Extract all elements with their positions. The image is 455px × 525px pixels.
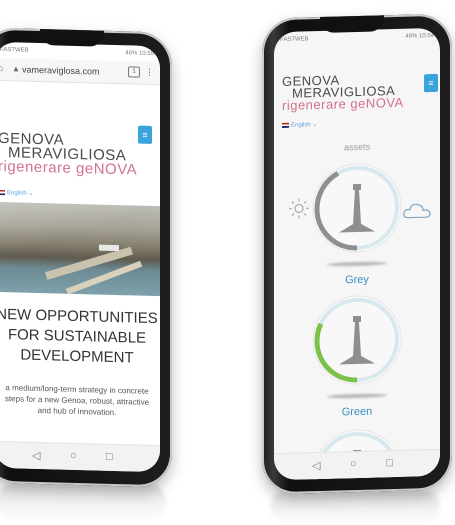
gauge-grey[interactable] [309,159,405,258]
gauge-green[interactable] [309,291,405,390]
recent-apps-icon[interactable]: □ [386,457,393,469]
hamburger-menu-button[interactable]: ≡ [138,125,152,144]
home-circle-icon[interactable]: ○ [350,458,357,470]
site-logo[interactable]: GENOVA MERAVIGLIOSA rigenerare geNOVA [282,72,404,113]
right-phone: FASTWEB 46% 10:54 GENOVA MERAVIGLIOSA ri… [262,13,452,495]
recent-apps-icon[interactable]: □ [106,451,113,463]
left-phone-screen: FASTWEB 46% 10:55 ⌂ ▲ vameraviglosa.com … [0,41,160,473]
phone-notch [40,29,104,47]
logo-tagline: rigenerare geNOVA [0,157,138,179]
cloud-icon [403,203,431,219]
hero-headline: NEW OPPORTUNITIES FOR SUSTAINABLE DEVELO… [0,305,160,369]
more-menu-icon[interactable]: ⋮ [145,67,154,78]
site-logo[interactable]: GENOVA MERAVIGLIOSA rigenerare geNOVA [0,130,138,179]
back-icon[interactable]: ◁ [312,459,320,472]
battery-time-text: 46% 10:54 [405,32,434,40]
phone-reflection [0,482,166,522]
hamburger-menu-button[interactable]: ≡ [424,73,438,93]
gauge-grey-label: Grey [345,273,369,287]
android-nav-bar: ◁ ○ □ [274,448,440,481]
assets-section-title: assets [343,141,370,153]
android-nav-bar: ◁ ○ □ [0,440,160,473]
right-phone-screen: FASTWEB 46% 10:54 GENOVA MERAVIGLIOSA ri… [274,27,440,481]
uk-flag-icon [0,189,5,196]
carrier-text: FASTWEB [280,36,309,44]
lock-icon: ▲ [12,64,20,74]
battery-time-text: 46% 10:55 [125,50,154,58]
logo-tagline: rigenerare geNOVA [282,94,404,113]
home-circle-icon[interactable]: ○ [70,450,77,462]
tabs-count-button[interactable]: 1 [128,66,140,78]
language-label: English [291,122,311,129]
carrier-text: FASTWEB [0,46,29,54]
gauge-green-label: Green [341,405,373,419]
url-text[interactable]: vameraviglosa.com [22,65,100,77]
language-selector[interactable]: English ⌄ [282,121,317,129]
language-label: English [7,190,27,197]
gauge-shadow [327,261,387,267]
phone-notch [320,15,384,33]
gauge-shadow [327,393,387,399]
language-selector[interactable]: English ⌄ [0,189,33,197]
sun-icon [289,198,309,219]
hero-subtext: a medium/long-term strategy in concrete … [4,383,150,418]
left-phone: FASTWEB 46% 10:55 ⌂ ▲ vameraviglosa.com … [0,27,172,488]
hero-image-genoa-harbour [0,201,160,297]
back-icon[interactable]: ◁ [32,449,40,462]
phone-reflection [270,490,440,524]
browser-url-bar[interactable]: ⌂ ▲ vameraviglosa.com 1 ⋮ [0,57,160,86]
uk-flag-icon [282,122,289,128]
home-icon[interactable]: ⌂ [0,63,3,73]
